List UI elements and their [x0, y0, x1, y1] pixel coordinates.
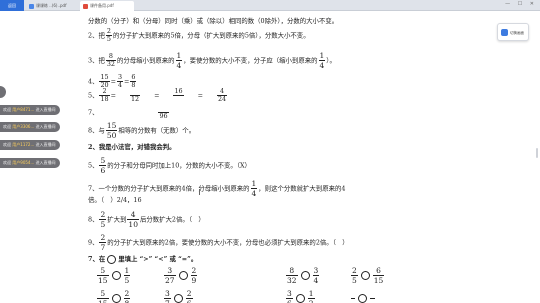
fraction: 8 32: [105, 52, 116, 68]
judge-8: 8、 2 5 扩大到 4 10 后分数扩大2倍。（ ）: [88, 210, 205, 229]
compare-item: 3726: [163, 289, 194, 303]
join-notification: 欢迎 用户9054... 进入直播间: [0, 158, 60, 168]
circle-icon: [107, 254, 117, 264]
tab-label: 课课练 ..(6)..pdf: [36, 3, 67, 8]
question-4: 4、 15 20 = 3 4 = 6 8: [88, 73, 137, 89]
question-3: 3、把 8 32 的分母缩小到原来的 1 4 ，要使分数的大小不变，分子应（缩小到原来的 1 4…: [88, 51, 336, 70]
question-8: 8、与 15 50 相等的分数有（无数）个。: [88, 121, 196, 140]
fraction: 25: [105, 27, 112, 43]
text-line: 分数的（分子）和（分母）同时（乘）或（除以）相同的数（0除外），分数的大小不变。: [88, 17, 339, 25]
answer-circle[interactable]: [360, 271, 370, 280]
fraction: 56: [99, 156, 107, 175]
join-notification: 欢迎 用户3306... 进入直播间: [0, 122, 60, 132]
join-notification: 欢迎 用户1172... 进入直播间: [0, 140, 60, 150]
answer-circle[interactable]: [358, 294, 368, 303]
fraction: 4 24: [216, 87, 228, 103]
fraction: 27: [99, 233, 107, 252]
compare-item: 8 32 3 4: [286, 266, 320, 285]
scrollbar-thumb[interactable]: [536, 148, 538, 158]
fraction: 14: [318, 51, 326, 70]
switch-view-card[interactable]: 切换画面: [497, 23, 529, 41]
judge-9: 9、 2 7 的分子扩大到原来的2倍，要使分数的大小不变，分母也必须扩大到原来的2倍。…: [88, 233, 349, 252]
judge-5: 5、 5 6 的分子和分母同时加上10，分数的大小不变。（X）: [88, 156, 251, 175]
answer-circle[interactable]: [295, 294, 305, 303]
answer-circle[interactable]: [178, 271, 188, 280]
join-notification: 欢迎 用户8471... 进入直播间: [0, 105, 60, 115]
notification-handle[interactable]: [0, 86, 6, 98]
pdf-icon: [83, 3, 88, 9]
fraction: 14: [250, 179, 258, 198]
section-heading-compare: 7、在 里填上 “>” “<” 或 “=”。: [88, 254, 198, 264]
compare-item: 5 15 1 5: [97, 266, 131, 285]
answer-circle[interactable]: [300, 271, 310, 280]
judge-7-cont: 倍。（ ）2/4，16: [88, 196, 142, 204]
text-cursor: [199, 189, 200, 195]
question-5: 5、 2 18 = 12 = 16 = 4 24: [88, 87, 228, 103]
compare-item: 3 27 2 9: [164, 266, 198, 285]
window-controls[interactable]: — ☐ ✕: [505, 1, 537, 7]
fraction: 25: [99, 210, 107, 229]
fraction: 96: [158, 105, 169, 120]
fraction: 14: [175, 51, 183, 70]
section-heading: 2、我是小法官，对错我会判。: [88, 143, 176, 151]
tab-pdf-1[interactable]: 课课练 ..(6)..pdf: [26, 1, 78, 11]
back-button[interactable]: 返回: [0, 0, 24, 11]
answer-circle[interactable]: [173, 294, 183, 303]
fraction: 16: [173, 87, 184, 96]
tab-pdf-2[interactable]: 课件备用.pdf: [80, 1, 134, 11]
fraction: 2 18: [99, 87, 110, 103]
compare-item: 51528: [96, 289, 131, 303]
pdf-icon: [29, 3, 34, 9]
fraction: 4 10: [127, 210, 139, 229]
compare-item: 2 5 6 15: [351, 266, 385, 285]
answer-circle[interactable]: [111, 294, 121, 303]
fraction: 34: [116, 73, 124, 89]
answer-circle[interactable]: [111, 271, 121, 280]
camera-icon: [501, 29, 508, 36]
title-bar: 返回 课课练 ..(6)..pdf 课件备用.pdf — ☐ ✕: [0, 0, 540, 11]
switch-view-label: 切换画面: [510, 31, 524, 35]
fraction: 12: [129, 88, 141, 103]
compare-item: 3612: [285, 289, 316, 303]
document-page: 分数的（分子）和（分母）同时（乘）或（除以）相同的数（0除外），分数的大小不变。…: [80, 11, 490, 303]
question-2: 2、把 2 5 的分子扩大到原来的5倍，分母（扩大到原来的5倍），分数大小不变。: [88, 27, 310, 43]
tab-label: 课件备用.pdf: [90, 3, 114, 8]
fraction: 15 50: [105, 121, 118, 140]
question-7-blank: 7、 96: [88, 105, 170, 120]
compare-item: [350, 289, 376, 303]
